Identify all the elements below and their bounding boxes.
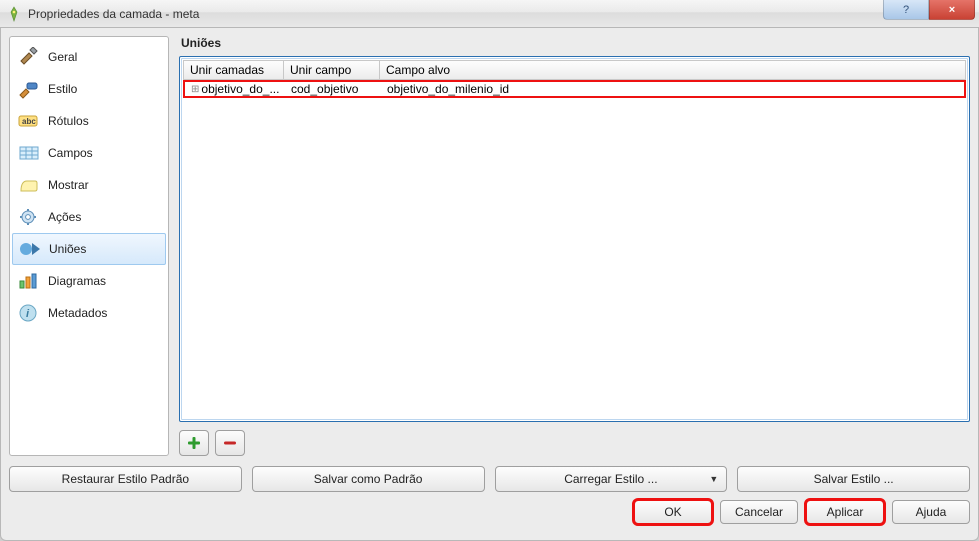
sidebar-item-label: Uniões xyxy=(49,242,86,256)
labels-icon: abc xyxy=(16,110,42,132)
gear-icon xyxy=(16,206,42,228)
sidebar-item-label: Estilo xyxy=(48,82,77,96)
joins-table[interactable]: Unir camadas Unir campo Campo alvo ⊞obje… xyxy=(179,56,970,422)
help-window-button[interactable]: ? xyxy=(883,0,929,20)
sidebar-item-unioes[interactable]: Uniões xyxy=(12,233,166,265)
sidebar: Geral Estilo abc Rótulos Campos Mostrar … xyxy=(9,36,169,456)
sidebar-item-label: Ações xyxy=(48,210,81,224)
app-icon xyxy=(6,6,22,22)
col-unir-camadas[interactable]: Unir camadas xyxy=(184,61,284,79)
cell-campo-alvo: objetivo_do_milenio_id xyxy=(381,82,964,96)
help-button[interactable]: Ajuda xyxy=(892,500,970,524)
window-title: Propriedades da camada - meta xyxy=(28,7,199,21)
load-style-button[interactable]: Carregar Estilo ...▼ xyxy=(495,466,728,492)
close-window-button[interactable]: × xyxy=(929,0,975,20)
sidebar-item-label: Campos xyxy=(48,146,93,160)
sidebar-item-geral[interactable]: Geral xyxy=(12,41,166,73)
sidebar-item-metadados[interactable]: i Metadados xyxy=(12,297,166,329)
brush-icon xyxy=(16,78,42,100)
ok-button[interactable]: OK xyxy=(634,500,712,524)
sidebar-item-label: Geral xyxy=(48,50,77,64)
svg-text:abc: abc xyxy=(22,117,36,126)
sidebar-item-label: Diagramas xyxy=(48,274,106,288)
sidebar-item-diagramas[interactable]: Diagramas xyxy=(12,265,166,297)
save-as-default-button[interactable]: Salvar como Padrão xyxy=(252,466,485,492)
apply-button[interactable]: Aplicar xyxy=(806,500,884,524)
restore-default-style-button[interactable]: Restaurar Estilo Padrão xyxy=(9,466,242,492)
chevron-down-icon: ▼ xyxy=(709,474,718,484)
remove-join-button[interactable] xyxy=(215,430,245,456)
sidebar-item-label: Metadados xyxy=(48,306,107,320)
sidebar-item-estilo[interactable]: Estilo xyxy=(12,73,166,105)
add-join-button[interactable] xyxy=(179,430,209,456)
tree-expander-icon[interactable]: ⊞ xyxy=(191,84,199,95)
table-header: Unir camadas Unir campo Campo alvo xyxy=(183,60,966,80)
cell-unir-campo: cod_objetivo xyxy=(285,82,381,96)
display-icon xyxy=(16,174,42,196)
tools-icon xyxy=(16,46,42,68)
titlebar: Propriedades da camada - meta ? × xyxy=(0,0,979,28)
table-row[interactable]: ⊞objetivo_do_... cod_objetivo objetivo_d… xyxy=(183,80,966,98)
diagrams-icon xyxy=(16,270,42,292)
panel-title: Uniões xyxy=(181,36,970,50)
cell-unir-camadas: objetivo_do_... xyxy=(201,82,279,96)
sidebar-item-campos[interactable]: Campos xyxy=(12,137,166,169)
col-unir-campo[interactable]: Unir campo xyxy=(284,61,380,79)
save-style-button[interactable]: Salvar Estilo ... xyxy=(737,466,970,492)
fields-icon xyxy=(16,142,42,164)
sidebar-item-label: Mostrar xyxy=(48,178,89,192)
joins-icon xyxy=(17,238,43,260)
info-icon: i xyxy=(16,302,42,324)
sidebar-item-acoes[interactable]: Ações xyxy=(12,201,166,233)
sidebar-item-mostrar[interactable]: Mostrar xyxy=(12,169,166,201)
cancel-button[interactable]: Cancelar xyxy=(720,500,798,524)
col-campo-alvo[interactable]: Campo alvo xyxy=(380,61,965,79)
sidebar-item-label: Rótulos xyxy=(48,114,89,128)
sidebar-item-rotulos[interactable]: abc Rótulos xyxy=(12,105,166,137)
